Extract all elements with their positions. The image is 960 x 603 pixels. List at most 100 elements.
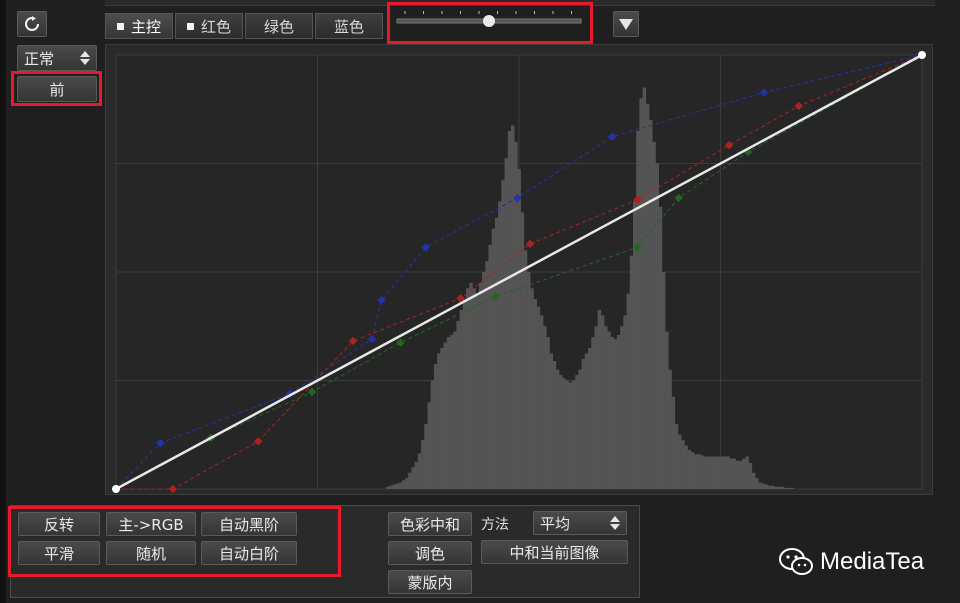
tone-button[interactable]: 调色 (388, 541, 472, 565)
histogram-bar (616, 334, 621, 489)
histogram-bar (658, 206, 663, 489)
histogram-bar (527, 272, 531, 489)
color-neutralize-button[interactable]: 色彩中和 (388, 512, 472, 536)
master-to-rgb-button[interactable]: 主->RGB (106, 512, 196, 536)
histogram-bar (581, 358, 586, 489)
menu-button[interactable] (613, 11, 639, 37)
histogram-bar (764, 484, 769, 489)
histogram-bar (466, 288, 470, 489)
tab-indicator-icon (116, 22, 124, 30)
smooth-button[interactable]: 平滑 (18, 541, 100, 565)
left-edge (0, 0, 6, 603)
histogram-bar (588, 347, 592, 489)
method-select[interactable]: 平均 (533, 511, 627, 535)
histogram-bar (649, 120, 653, 489)
tab-master[interactable]: 主控 (105, 13, 173, 39)
curve-chart[interactable] (106, 45, 934, 496)
histogram-bar (501, 179, 505, 489)
histogram-bar (443, 342, 448, 489)
mode-select-value: 正常 (24, 49, 55, 68)
histogram-bar (748, 462, 753, 489)
curve-endpoint (112, 485, 120, 493)
updown-icon (610, 516, 620, 530)
histogram-bar (751, 472, 756, 489)
histogram-bar (546, 337, 550, 489)
histogram-bar (732, 458, 737, 489)
histogram-bar (738, 460, 743, 489)
histogram-bar (475, 295, 480, 489)
histogram-bar (421, 440, 425, 489)
histogram-bar (632, 201, 637, 489)
histogram-bar (437, 353, 441, 489)
histogram-bar (392, 484, 396, 489)
before-button[interactable]: 前 (17, 76, 97, 102)
histogram-bar (462, 299, 467, 489)
histogram-bar (575, 375, 579, 489)
random-button[interactable]: 随机 (106, 541, 196, 565)
histogram-bar (777, 486, 782, 489)
method-select-value: 平均 (540, 514, 571, 533)
histogram-bar (504, 158, 509, 489)
tab-red[interactable]: 红色 (175, 13, 243, 39)
histogram-bar (433, 364, 438, 489)
histogram-bar (498, 201, 502, 489)
tab-green[interactable]: 绿色 (245, 13, 313, 39)
histogram-bar (533, 299, 537, 489)
histogram-bar (388, 485, 393, 489)
slider-knob[interactable] (483, 15, 495, 27)
histogram-bar (645, 103, 650, 489)
histogram-bar (578, 369, 582, 489)
invert-button[interactable]: 反转 (18, 512, 100, 536)
histogram-bar (565, 380, 570, 489)
tab-label: 红色 (200, 17, 231, 36)
histogram-bar (684, 445, 688, 489)
histogram-bar (562, 378, 566, 489)
tab-blue[interactable]: 蓝色 (315, 13, 383, 39)
histogram-bar (742, 458, 746, 489)
histogram-bar (626, 293, 631, 489)
tab-indicator-icon (186, 22, 194, 30)
histogram-bar (478, 282, 483, 489)
histogram-bar (687, 449, 692, 489)
histogram-bar (417, 453, 422, 489)
mode-select[interactable]: 正常 (17, 45, 97, 71)
histogram-bar (655, 163, 659, 489)
neutralize-image-button[interactable]: 中和当前图像 (481, 540, 628, 564)
within-mask-button[interactable]: 蒙版内 (388, 570, 472, 594)
histogram-bar (710, 456, 714, 489)
histogram-bar (783, 487, 788, 489)
curve-slider[interactable] (391, 6, 587, 40)
histogram-bar (623, 315, 627, 489)
histogram-bar (507, 130, 512, 489)
watermark: MediaTea (778, 547, 924, 577)
histogram-bar (771, 485, 775, 489)
histogram-bar (424, 423, 428, 489)
histogram-bar (668, 369, 672, 489)
triangle-down-icon (619, 18, 633, 30)
histogram-bar (790, 487, 794, 489)
channel-tabs: 主控 红色 绿色 蓝色 (105, 13, 383, 39)
histogram-bar (459, 309, 464, 489)
histogram-bar (398, 482, 403, 489)
auto-white-button[interactable]: 自动白阶 (201, 541, 297, 565)
auto-black-button[interactable]: 自动黑阶 (201, 512, 297, 536)
histogram-bar (401, 480, 406, 489)
histogram-bar (517, 168, 521, 490)
refresh-icon (25, 16, 39, 31)
histogram-bar (555, 369, 560, 489)
histogram-bar (427, 402, 431, 489)
histogram-bar (514, 141, 518, 490)
histogram-bar (607, 331, 611, 489)
histogram-bar (408, 472, 412, 489)
histogram-bar (610, 337, 615, 489)
tab-label: 蓝色 (333, 17, 364, 36)
histogram-bar (690, 452, 695, 489)
histogram-bar (729, 458, 733, 489)
histogram-bar (469, 282, 473, 489)
reset-button[interactable] (17, 11, 47, 37)
histogram-bar (677, 434, 682, 489)
histogram-bar (671, 396, 676, 489)
wechat-icon (779, 548, 813, 575)
histogram-bar (472, 288, 476, 489)
histogram-bar (571, 380, 576, 489)
